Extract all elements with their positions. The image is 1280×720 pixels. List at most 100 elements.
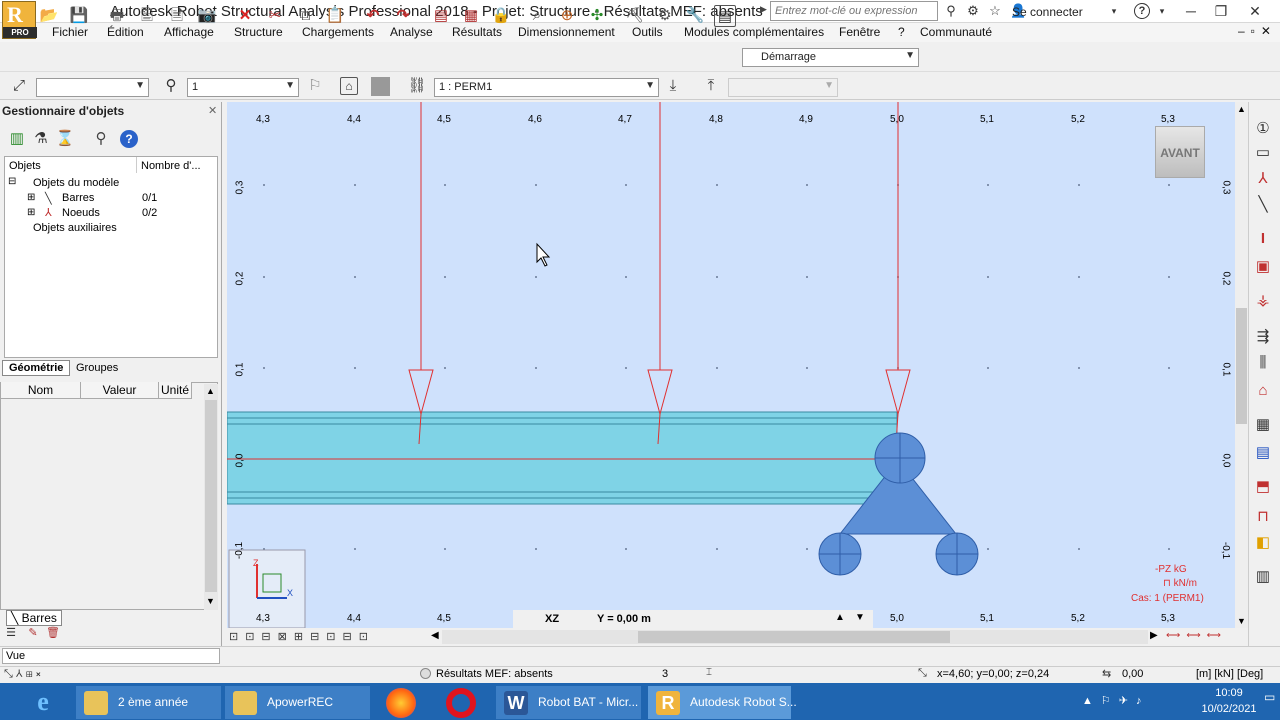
edit-icon[interactable]: ✎ [26,626,40,640]
taskbar-word[interactable]: W Robot BAT - Micr... [496,686,641,719]
tree-nodes[interactable]: Noeuds [62,207,100,219]
chevron-down-icon[interactable]: ▾ [1107,4,1121,18]
menu-modules[interactable]: Modules complémentaires [684,25,824,39]
print-tool-icon[interactable]: ▥ [1252,566,1274,588]
load-case-icon[interactable]: ⛓ [406,75,428,97]
redo-icon[interactable]: ↷ [392,5,414,27]
view-display-icons[interactable]: ⊡⊡⊟⊠⊞⊟⊡⊟⊡ [229,630,375,643]
menu-chargements[interactable]: Chargements [302,25,374,39]
view-input[interactable] [2,648,220,664]
clock-date[interactable]: 10/02/2021 [1198,703,1260,715]
binoculars-icon[interactable]: ⚲ [944,4,958,18]
clear-filter-icon[interactable]: ⌛ [54,128,76,150]
save-icon[interactable]: 💾 [68,5,90,27]
selection-icon[interactable]: ⤢ [8,75,30,97]
support-tool-icon[interactable]: ⅄ [1252,168,1274,190]
selection-select[interactable]: ▼ [36,78,149,97]
tab-bars[interactable]: ╲ Barres [6,610,62,626]
hscroll-thumb[interactable] [638,631,950,643]
units-display[interactable]: [m] [kN] [Deg] [1196,668,1263,680]
taskbar-robot[interactable]: R Autodesk Robot S... [648,686,797,719]
plane-coord[interactable]: Y = 0,00 m [597,613,651,625]
menu-edition[interactable]: Édition [107,25,144,39]
color-swatch[interactable] [371,77,390,96]
subscription-icon[interactable]: ⚙ [966,4,980,18]
funnel-icon[interactable]: ⚗ [30,128,52,150]
cut-icon[interactable]: ✂ [264,5,286,27]
combination-tool-icon[interactable]: ⊓ [1252,506,1274,528]
load-tool-icon[interactable]: ⬒ [1252,476,1274,498]
snap-icons[interactable]: ⤡⅄⊞⨯ [4,668,44,681]
scroll-thumb[interactable] [205,400,217,592]
minimize-button[interactable]: ─ [1176,0,1206,22]
expand-icon[interactable]: ⊞ [27,192,35,203]
undo-icon[interactable]: ↶ [362,5,384,27]
paste-icon[interactable]: 📋 [324,5,346,27]
tab-groups[interactable]: Groupes [76,362,118,374]
tray-icons[interactable]: ▲⚐✈♪ [1082,694,1149,707]
mdi-window-controls[interactable]: –▫✕ [1238,24,1277,38]
page-setup-icon[interactable]: 🗎 [166,5,188,27]
load-edit-icon[interactable]: ⤒ [700,75,722,97]
section-tool-icon[interactable]: ▭ [1252,142,1274,164]
mesh-tool-icon[interactable]: ▦ [1252,414,1274,436]
help-icon[interactable]: ? [120,130,138,148]
list-icon[interactable]: ☰ [4,626,18,640]
cable-tool-icon[interactable]: ⫼ [1252,352,1274,374]
clock-time[interactable]: 10:09 [1204,687,1254,699]
panel-tool-icon[interactable]: ⌂ [1252,380,1274,402]
view-frame-icon[interactable]: ⌂ [340,77,358,95]
copy-icon[interactable]: ⧉ [294,5,316,27]
view-cube[interactable]: AVANT [1155,126,1205,178]
plane-up-icon[interactable]: ▲ [835,612,845,623]
zoom-window-icon[interactable]: ⌕ [526,5,548,27]
layout-icon[interactable]: ▤ [714,5,736,27]
menu-fichier[interactable]: Fichier [52,25,88,39]
app-logo[interactable]: R PRO [2,1,37,39]
profile-tool-icon[interactable]: I [1252,228,1274,250]
print-preview-icon[interactable]: 🖺 [136,5,158,27]
collapse-icon[interactable]: ⊟ [8,176,16,187]
menu-outils[interactable]: Outils [632,25,663,39]
taskbar-folder-apowerrec[interactable]: ApowerREC [225,686,370,719]
lock-icon[interactable]: 🔒 [490,5,512,27]
table-icon[interactable]: ▤ [430,5,452,27]
tree-aux[interactable]: Objets auxiliaires [33,222,117,234]
scroll-down-icon[interactable]: ▼ [206,596,215,606]
login-link[interactable]: Se connecter [1012,5,1083,19]
structure-view[interactable]: Z X 4,3 4,4 4,5 4,6 4,7 4,8 4,9 5,0 5,1 … [227,102,1235,628]
view-split-icons[interactable]: ⟷⟷⟷ [1166,630,1232,644]
panel-close-icon[interactable]: ✕ [208,104,217,117]
star-icon[interactable]: ☆ [988,4,1002,18]
menu-affichage[interactable]: Affichage [164,25,214,39]
section-icon[interactable]: ⌶ [706,667,712,678]
help-icon[interactable]: ? [1134,3,1150,19]
menu-resultats[interactable]: Résultats [452,25,502,39]
offset-tool-icon[interactable]: ⇶ [1252,326,1274,348]
search-input[interactable] [770,1,938,21]
release-tool-icon[interactable]: ⚶ [1252,290,1274,312]
settings-icon[interactable]: ⚙ [654,5,676,27]
maximize-button[interactable]: ❐ [1206,0,1236,22]
scroll-up-icon[interactable]: ▲ [1237,104,1246,114]
scroll-right-icon[interactable]: ▶ [1150,630,1158,641]
scroll-left-icon[interactable]: ◀ [431,630,439,641]
tree-bars[interactable]: Barres [62,192,94,204]
load-case-select[interactable]: 1 : PERM1 ▼ [434,78,659,97]
case-selection-icon[interactable]: ⚲ [160,75,182,97]
scroll-up-icon[interactable]: ▲ [206,386,215,396]
opera-icon[interactable] [446,688,476,718]
find-icon[interactable]: ⚲ [90,128,112,150]
zoom-all-icon[interactable]: ⊕ [556,5,578,27]
solid-tool-icon[interactable]: ◧ [1252,532,1274,554]
menu-communaute[interactable]: Communauté [920,25,992,39]
print-icon[interactable]: 🖶 [106,5,128,27]
menu-analyse[interactable]: Analyse [390,25,433,39]
plane-name[interactable]: XZ [545,613,559,625]
search-expand-icon[interactable]: ▶ [760,4,767,15]
trash-icon[interactable]: 🗑 [46,626,60,640]
material-tool-icon[interactable]: ▣ [1252,256,1274,278]
screen-capture-icon[interactable]: 📷 [196,5,218,27]
layout-select[interactable]: Démarrage ▼ [742,48,919,67]
object-filter-icon[interactable]: ▥ [6,128,28,150]
